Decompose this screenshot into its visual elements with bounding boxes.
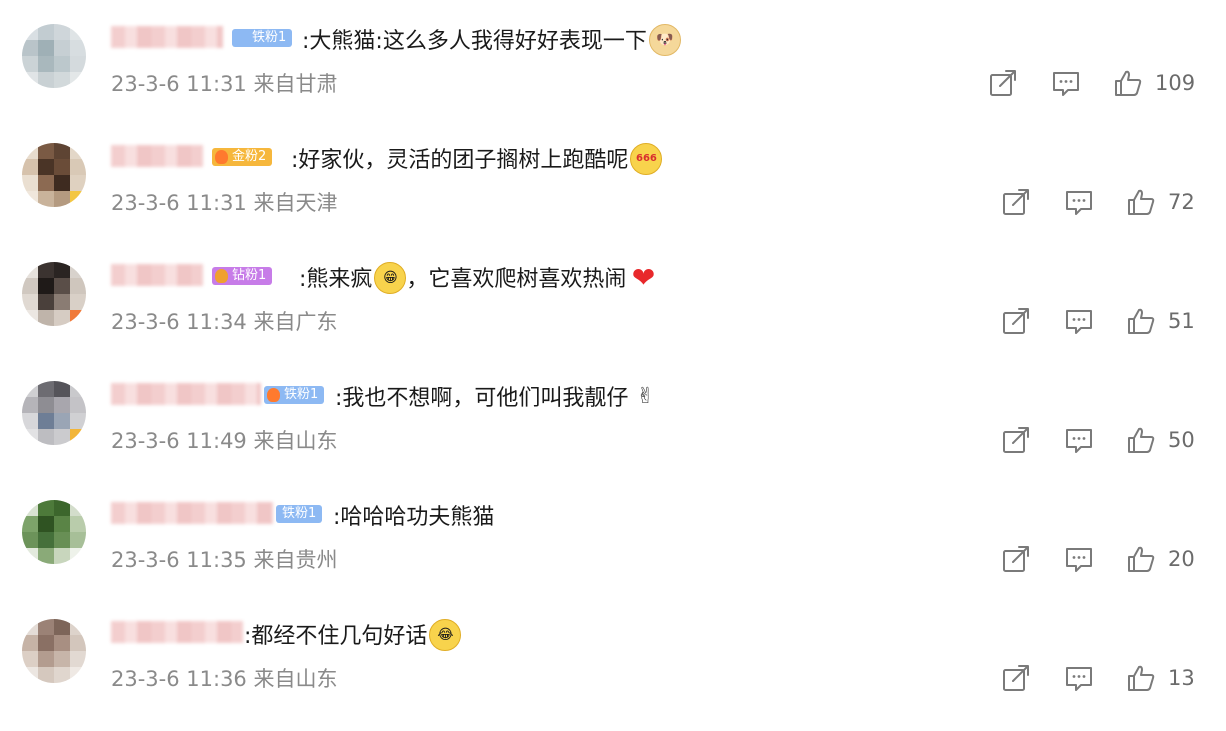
fan-badge: 钻粉1 [212, 267, 273, 285]
comment-item: :都经不住几句好话 😂 23-3-6 11:36 来自山东 13 [0, 613, 1226, 731]
avatar[interactable] [22, 24, 86, 88]
flame-icon [267, 388, 280, 402]
comment-meta: 23-3-6 11:36 来自山东 [111, 663, 337, 693]
reply-icon[interactable] [1064, 663, 1094, 693]
username[interactable] [111, 502, 273, 524]
comment-content: :大熊猫:这么多人我得好好表现一下 [302, 29, 647, 54]
666-emoji: 666 [630, 143, 663, 175]
victory-hand-emoji: ✌ [636, 384, 655, 409]
avatar[interactable] [22, 619, 86, 683]
comment-content: :都经不住几句好话 [244, 624, 428, 649]
share-icon[interactable] [1001, 187, 1031, 217]
comment-text: :好家伙，灵活的团子搁树上跑酷呢 666 [291, 142, 663, 177]
reply-icon[interactable] [1064, 425, 1094, 455]
username[interactable] [111, 26, 223, 48]
comment-meta: 23-3-6 11:31 来自甘肃 [111, 68, 337, 98]
comment-meta: 23-3-6 11:35 来自贵州 [111, 544, 337, 574]
fan-badge: 铁粉1 [276, 505, 323, 523]
reply-icon[interactable] [1064, 306, 1094, 336]
username[interactable] [111, 621, 243, 643]
comment-location: 来自甘肃 [253, 72, 338, 96]
fan-badge: 铁粉1 [264, 386, 325, 404]
like-icon[interactable] [1126, 663, 1156, 693]
username[interactable] [111, 145, 203, 167]
comment-content-continued: ，它喜欢爬树喜欢热闹 [406, 267, 627, 292]
like-icon[interactable] [1126, 544, 1156, 574]
comment-content: :我也不想啊，可他们叫我靓仔 [335, 386, 629, 411]
comment-item: 铁粉1 :大熊猫:这么多人我得好好表现一下 🐶 23-3-6 11:31 来自甘肃… [0, 18, 1226, 136]
comment-time: 23-3-6 11:49 [111, 429, 247, 453]
comment-item: 金粉2 :好家伙，灵活的团子搁树上跑酷呢 666 23-3-6 11:31 来自天… [0, 137, 1226, 255]
comment-meta: 23-3-6 11:49 来自山东 [111, 425, 337, 455]
comment-time: 23-3-6 11:35 [111, 548, 247, 572]
fan-badge: 铁粉1 [232, 29, 293, 47]
comment-text: :哈哈哈功夫熊猫 [333, 499, 494, 531]
doge-emoji: 🐶 [648, 24, 681, 56]
comment-meta: 23-3-6 11:34 来自广东 [111, 306, 337, 336]
flame-icon [215, 150, 228, 164]
comment-content: :哈哈哈功夫熊猫 [333, 505, 495, 530]
comment-location: 来自广东 [253, 310, 338, 334]
share-icon[interactable] [1001, 544, 1031, 574]
comment-text: :大熊猫:这么多人我得好好表现一下 🐶 [302, 23, 681, 58]
like-count: 20 [1168, 547, 1195, 571]
username[interactable] [111, 383, 261, 405]
comment-time: 23-3-6 11:36 [111, 667, 247, 691]
comment-text: :我也不想啊，可他们叫我靓仔 ✌ [335, 380, 660, 414]
laugh-cry-emoji: 😂 [429, 619, 462, 651]
share-icon[interactable] [1001, 425, 1031, 455]
like-count: 72 [1168, 190, 1195, 214]
comment-meta: 23-3-6 11:31 来自天津 [111, 187, 337, 217]
like-count: 50 [1168, 428, 1195, 452]
avatar[interactable] [22, 143, 86, 207]
like-count: 13 [1168, 666, 1195, 690]
comment-content: :熊来疯 [299, 267, 373, 292]
fan-badge: 金粉2 [212, 148, 273, 166]
comment-time: 23-3-6 11:31 [111, 72, 247, 96]
comment-time: 23-3-6 11:31 [111, 191, 247, 215]
like-icon[interactable] [1126, 306, 1156, 336]
comment-location: 来自山东 [253, 429, 338, 453]
comment-text: :都经不住几句好话 😂 [244, 618, 462, 653]
like-icon[interactable] [1113, 68, 1143, 98]
comment-location: 来自贵州 [253, 548, 338, 572]
flame-icon [215, 269, 228, 283]
grin-emoji: 😁 [374, 262, 407, 294]
reply-icon[interactable] [1051, 68, 1081, 98]
comment-item: 钻粉1 :熊来疯 😁 ，它喜欢爬树喜欢热闹 ❤ 23-3-6 11:34 来自广东 5… [0, 256, 1226, 374]
comment-location: 来自山东 [253, 667, 338, 691]
heart-emoji: ❤ [631, 261, 656, 294]
username[interactable] [111, 264, 203, 286]
comment-item: 铁粉1 :我也不想啊，可他们叫我靓仔 ✌ 23-3-6 11:49 来自山东 50 [0, 375, 1226, 493]
like-icon[interactable] [1126, 425, 1156, 455]
comment-item: 铁粉1 :哈哈哈功夫熊猫 23-3-6 11:35 来自贵州 20 [0, 494, 1226, 612]
like-icon[interactable] [1126, 187, 1156, 217]
comment-text: :熊来疯 😁 ，它喜欢爬树喜欢热闹 ❤ [299, 261, 658, 296]
share-icon[interactable] [1001, 306, 1031, 336]
comment-content: :好家伙，灵活的团子搁树上跑酷呢 [291, 148, 629, 173]
avatar[interactable] [22, 262, 86, 326]
like-count: 51 [1168, 309, 1195, 333]
share-icon[interactable] [988, 68, 1018, 98]
share-icon[interactable] [1001, 663, 1031, 693]
reply-icon[interactable] [1064, 544, 1094, 574]
like-count: 109 [1155, 71, 1196, 95]
avatar[interactable] [22, 500, 86, 564]
avatar[interactable] [22, 381, 86, 445]
reply-icon[interactable] [1064, 187, 1094, 217]
comment-time: 23-3-6 11:34 [111, 310, 247, 334]
comment-location: 来自天津 [253, 191, 338, 215]
